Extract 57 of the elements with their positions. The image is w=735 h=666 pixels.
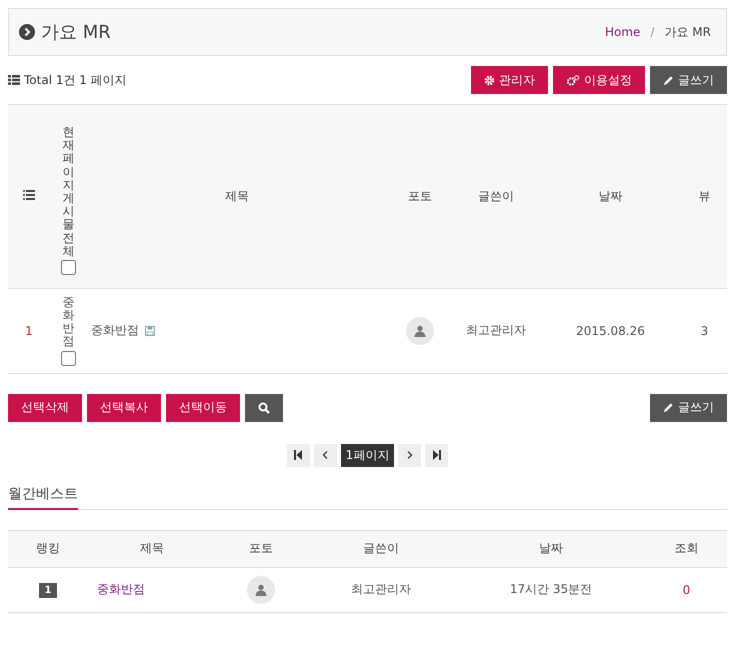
page-title: 가요 MR xyxy=(41,21,111,44)
write-button[interactable]: 글쓰기 xyxy=(650,394,727,422)
post-date: 2015.08.26 xyxy=(576,324,645,338)
floppy-icon xyxy=(145,326,155,336)
action-button[interactable]: 선택삭제 xyxy=(8,394,82,422)
last-page-button[interactable] xyxy=(425,444,448,467)
column-header: 글쓴이 xyxy=(363,541,399,556)
column-header: 날짜 xyxy=(539,541,563,556)
search-button[interactable] xyxy=(245,394,283,422)
column-header: 포토 xyxy=(408,188,432,203)
toolbar-button[interactable]: 글쓰기 xyxy=(650,66,727,94)
select-label: 중화반점 xyxy=(62,296,74,349)
author-name: 최고관리자 xyxy=(351,582,411,596)
chevron-circle-icon xyxy=(19,24,35,40)
post-title-link[interactable]: 중화반점 xyxy=(97,582,145,596)
post-time: 17시간 35분전 xyxy=(510,582,592,596)
view-count: 0 xyxy=(682,582,690,597)
pencil-icon xyxy=(663,402,674,414)
gear-icon xyxy=(484,74,495,86)
column-header: 랭킹 xyxy=(36,541,60,556)
author-name: 최고관리자 xyxy=(466,323,526,338)
avatar-icon xyxy=(247,576,275,604)
breadcrumb-link[interactable]: Home xyxy=(605,25,640,39)
total-summary: Total 1건 1 페이지 xyxy=(24,72,127,88)
row-checkbox[interactable] xyxy=(61,350,76,366)
view-count: 3 xyxy=(700,324,708,338)
column-header: 날짜 xyxy=(598,188,622,203)
toolbar-button[interactable]: 이용설정 xyxy=(553,66,645,94)
first-page-button[interactable] xyxy=(286,444,310,467)
rank-badge: 1 xyxy=(38,582,58,598)
list-icon xyxy=(8,75,20,85)
chevron-left-icon xyxy=(322,451,328,460)
page-button[interactable]: 1페이지 xyxy=(340,444,394,467)
first-page-icon xyxy=(294,450,303,460)
column-header: 글쓴이 xyxy=(478,188,514,203)
toolbar-button[interactable]: 관리자 xyxy=(471,66,548,94)
list-icon xyxy=(23,190,35,200)
search-icon xyxy=(258,402,270,414)
post-title-link[interactable]: 중화반점 xyxy=(91,322,139,340)
column-header: 뷰 xyxy=(698,188,710,203)
avatar-icon xyxy=(406,316,434,345)
breadcrumb-separator: / xyxy=(650,25,654,39)
column-header: 조회 xyxy=(674,541,698,556)
section-tab[interactable]: 월간베스트 xyxy=(8,484,78,510)
breadcrumb-current: 가요 MR xyxy=(664,24,711,40)
column-header: 제목 xyxy=(140,541,164,556)
pencil-icon xyxy=(663,74,674,86)
select-all-checkbox[interactable] xyxy=(61,260,76,275)
gears-icon xyxy=(566,74,580,86)
action-button[interactable]: 선택복사 xyxy=(87,394,161,422)
chevron-right-icon xyxy=(406,451,413,460)
column-header: 포토 xyxy=(249,541,273,556)
action-button[interactable]: 선택이동 xyxy=(166,394,240,422)
last-page-icon xyxy=(432,450,442,460)
select-all-label: 현재페이지게시물전체 xyxy=(62,126,74,258)
row-number: 1 xyxy=(25,324,33,338)
column-header: 제목 xyxy=(225,188,249,203)
